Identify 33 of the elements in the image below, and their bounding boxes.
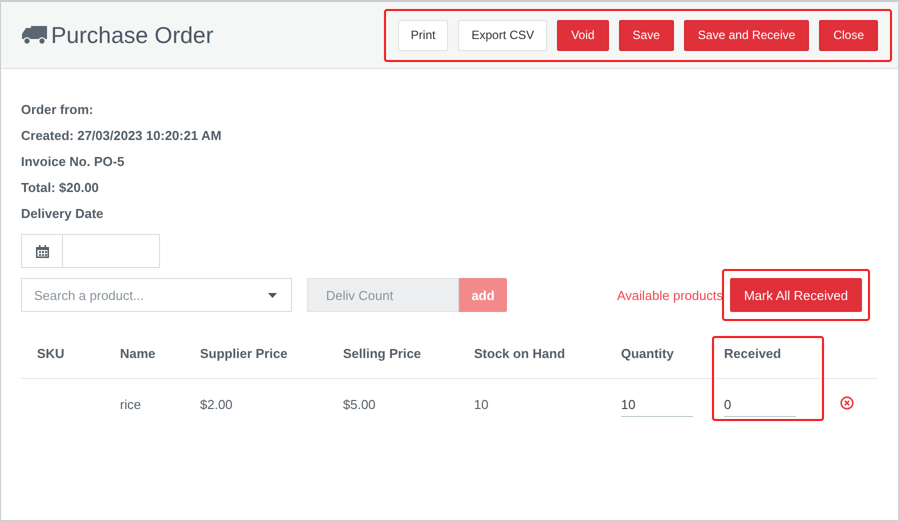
detail-text: Order from: — [21, 101, 94, 119]
toolbar-button[interactable]: Print — [398, 20, 448, 50]
column-header: Selling Price — [343, 328, 474, 378]
toolbar-button[interactable]: Void — [557, 20, 609, 50]
toolbar-button[interactable]: Export CSV — [458, 20, 548, 50]
table-cell: rice — [120, 396, 141, 412]
toolbar-button[interactable]: Save and Receive — [684, 20, 810, 50]
truck-icon — [22, 25, 48, 45]
detail-text: Delivery Date — [21, 205, 104, 223]
caret-icon — [268, 292, 277, 298]
column-header: SKU — [21, 328, 120, 378]
detail-text: Created: 27/03/2023 10:20:21 AM — [21, 127, 222, 145]
page-title: Purchase Order — [51, 22, 214, 48]
detail-text: Total: $20.00 — [21, 179, 100, 197]
available-products-link[interactable]: Available products — [616, 288, 723, 302]
table-cell: $5.00 — [343, 396, 376, 412]
calendar-icon — [36, 244, 48, 258]
remove-icon[interactable] — [840, 396, 854, 410]
toolbar-button[interactable]: Save — [618, 20, 674, 50]
column-header: Name — [120, 328, 200, 378]
column-header: Supplier Price — [200, 328, 343, 378]
table-cell: 10 — [474, 396, 488, 412]
column-header: Received — [724, 328, 840, 378]
deliv-count-field[interactable]: Deliv Count — [307, 278, 459, 312]
date-field[interactable] — [21, 234, 160, 268]
column-header: Stock on Hand — [474, 328, 621, 378]
table-cell: $2.00 — [200, 396, 233, 412]
toolbar-button[interactable]: Close — [819, 20, 878, 50]
mark-all-received-button[interactable]: Mark All Received — [730, 278, 862, 312]
product-select[interactable]: Search a product... — [21, 278, 292, 312]
detail-text: Invoice No. PO-5 — [21, 153, 126, 171]
column-header: Quantity — [621, 328, 724, 378]
placeholder-text: Search a product... — [34, 288, 144, 302]
